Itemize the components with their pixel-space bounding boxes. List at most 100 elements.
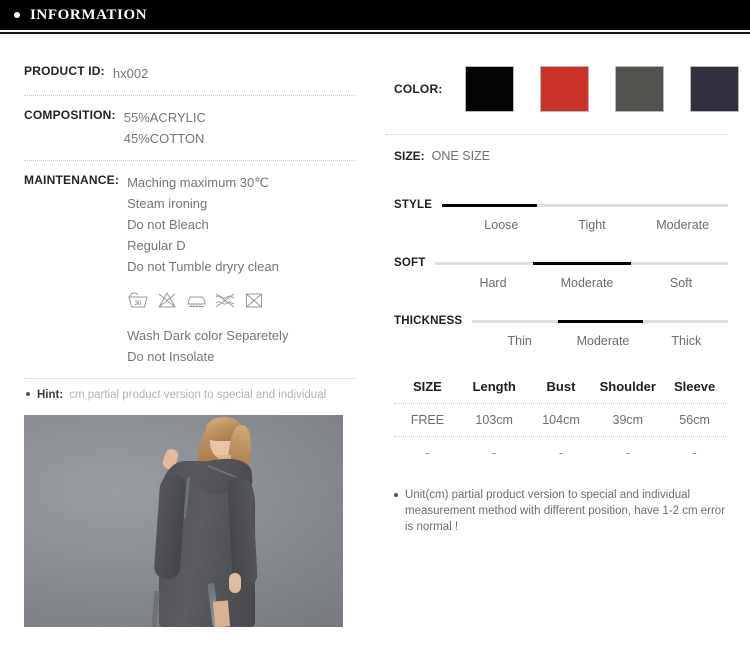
photo-model-hand-right [229,573,241,593]
attribute-thickness-segment-0 [472,319,558,323]
header-bar: INFORMATION [0,0,750,30]
attribute-soft-track[interactable] [435,261,729,265]
maintenance-line: Regular D [127,238,186,253]
attribute-thickness-options: Thin Moderate Thick [394,334,728,348]
size-table-header-length: Length [472,379,516,394]
maintenance-line: Steam ironing [127,196,208,211]
attribute-thickness-segment-1 [557,319,643,323]
photo-model-leg [212,600,231,627]
unit-note-text: Unit(cm) partial product version to spec… [405,489,726,533]
table-row: - - - - - [394,437,728,469]
attribute-style-head: STYLE [394,199,728,211]
composition-label: COMPOSITION: [24,108,116,122]
composition-line: 45%COTTON [123,131,205,146]
attribute-soft-segment-2 [630,261,729,265]
size-table-cell-shoulder: 39cm [612,413,644,427]
attribute-thickness-option-moderate[interactable]: Moderate [561,334,644,348]
size-table-empty-cell: - [692,446,697,460]
product-photo [24,415,343,627]
maintenance-line: Do not Bleach [127,217,209,232]
attribute-style-segment-2 [632,203,728,207]
care-symbols: 30 [127,291,288,309]
information-body: PRODUCT ID: hx002 COMPOSITION: 55%ACRYLI… [0,34,750,627]
attribute-style-track[interactable] [442,203,728,207]
size-table-header-size: SIZE [412,379,442,394]
do-not-tumble-dry-icon [243,291,265,309]
size-table: SIZE Length Bust Shoulder Sleeve FREE 10… [394,373,728,469]
attribute-soft-option-hard[interactable]: Hard [446,276,540,290]
composition-row: COMPOSITION: 55%ACRYLIC 45%COTTON [24,96,356,160]
attribute-soft-segment-0 [435,261,533,265]
size-table-empty-cell: - [625,446,630,460]
maintenance-footer-line: Wash Dark color Separetely [127,328,289,343]
maintenance-value: Maching maximum 30℃ Steam ironing Do not… [127,172,288,367]
attribute-thickness: THICKNESS Thin Moderate Thick [394,315,729,348]
page-title: INFORMATION [30,6,148,23]
color-swatch-dark-navy[interactable] [689,66,739,112]
color-swatch-dark-gray[interactable] [614,66,664,112]
table-row: FREE 103cm 104cm 39cm 56cm [394,404,728,436]
attribute-thickness-track[interactable] [472,319,729,323]
size-table-empty-cell: - [425,446,430,460]
iron-icon [185,291,207,309]
left-column: PRODUCT ID: hx002 COMPOSITION: 55%ACRYLI… [0,34,378,627]
attribute-style-option-moderate[interactable]: Moderate [637,218,728,232]
hint-label: Hint: [37,389,64,401]
maintenance-label: MAINTENANCE: [24,173,120,187]
attribute-thickness-option-thick[interactable]: Thick [645,334,728,348]
attribute-style: STYLE Loose Tight Moderate [394,199,728,232]
color-label: COLOR: [394,82,443,96]
size-table-cell-length: 103cm [475,413,513,427]
attribute-style-label: STYLE [394,199,433,211]
attribute-thickness-options-spacer [394,334,478,348]
maintenance-line: Maching maximum 30℃ [127,175,269,190]
color-swatch-red[interactable] [539,66,589,112]
maintenance-footer-line: Do not Insolate [127,349,215,364]
composition-line: 55%ACRYLIC [123,110,206,125]
attribute-soft-option-moderate[interactable]: Moderate [540,276,634,290]
attribute-style-options: Loose Tight Moderate [394,218,728,232]
wash-tub-30-icon: 30 [127,291,149,309]
attribute-soft-label: SOFT [394,257,426,269]
bullet-dot-icon [14,12,20,18]
color-swatches [464,66,739,112]
size-table-empty-cell: - [492,446,497,460]
size-table-empty-cell: - [558,446,564,460]
size-label: SIZE: [394,149,425,163]
attribute-style-option-loose[interactable]: Loose [456,218,547,232]
product-id-value: hx002 [112,66,149,81]
attribute-style-options-spacer [394,218,456,232]
maintenance-line: Do not Tumble dryry clean [127,259,279,274]
attribute-style-segment-1 [537,203,633,207]
information-header: INFORMATION [0,0,750,34]
attribute-sliders: STYLE Loose Tight Moderate SOFT Hard Mod… [386,181,729,348]
attribute-thickness-head: THICKNESS [394,315,729,327]
attribute-thickness-label: THICKNESS [394,315,463,327]
do-not-bleach-icon [156,291,178,309]
size-table-header-bust: Bust [546,379,576,394]
do-not-wring-icon [214,291,236,309]
attribute-soft-options: Hard Moderate Soft [394,276,728,290]
color-row: COLOR: [386,52,739,134]
attribute-thickness-segment-2 [642,319,729,323]
attribute-soft-head: SOFT [394,257,729,269]
maintenance-row: MAINTENANCE: Maching maximum 30℃ Steam i… [24,161,356,378]
attribute-style-segment-0 [442,203,538,207]
attribute-style-option-tight[interactable]: Tight [547,218,638,232]
bullet-dot-icon [394,493,398,497]
size-value: ONE SIZE [431,149,491,163]
attribute-soft-options-spacer [394,276,446,290]
product-id-row: PRODUCT ID: hx002 [24,52,356,95]
hint-row: Hint: cm partial product version to spec… [24,379,356,413]
svg-text:30: 30 [135,301,142,307]
size-table-header-row: SIZE Length Bust Shoulder Sleeve [394,373,728,403]
color-swatch-black[interactable] [464,66,514,112]
size-table-cell-bust: 104cm [542,413,580,427]
hint-text: cm partial product version to special an… [69,389,327,401]
size-table-header-sleeve: Sleeve [673,379,716,394]
size-row: SIZE: ONE SIZE [386,135,728,181]
attribute-thickness-option-thin[interactable]: Thin [478,334,561,348]
right-column: COLOR: SIZE: ONE SIZE STYLE Loose Tight … [378,34,750,627]
attribute-soft-option-soft[interactable]: Soft [634,276,728,290]
attribute-soft-segment-1 [532,261,631,265]
